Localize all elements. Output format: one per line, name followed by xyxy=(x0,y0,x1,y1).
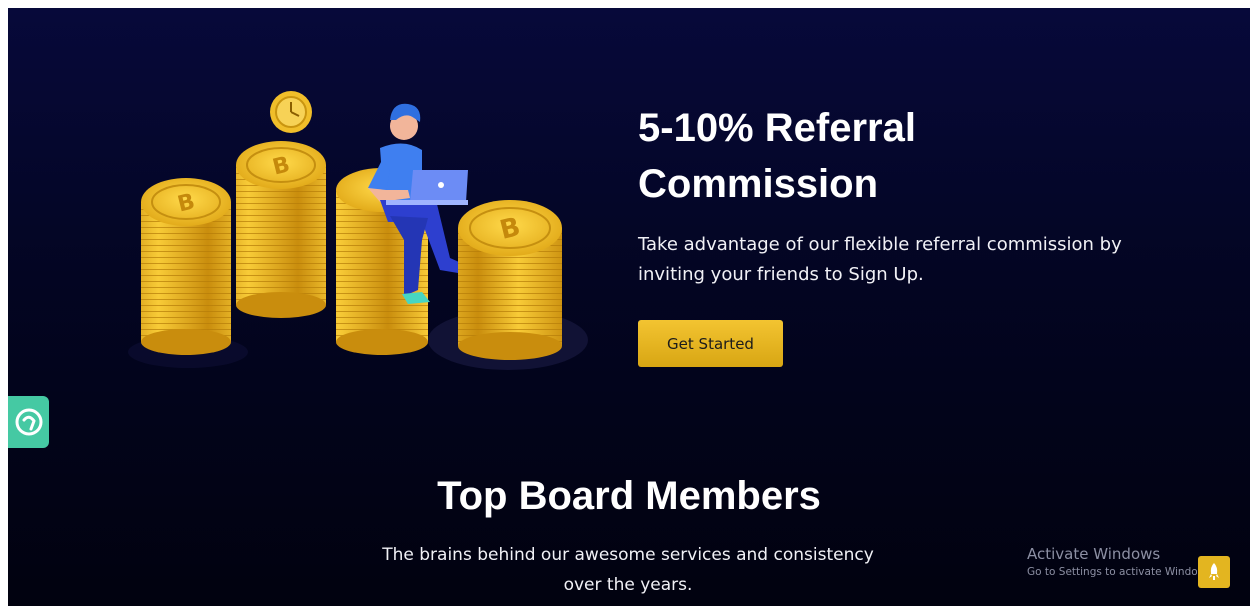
coin-stack: B xyxy=(458,200,562,360)
hero-text: 5-10% Referral Commission Take advantage… xyxy=(638,100,1198,290)
hero-description: Take advantage of our flexible referral … xyxy=(638,234,1122,285)
watermark-line2: Go to Settings to activate Windows. xyxy=(1027,566,1197,578)
clock-icon xyxy=(270,91,312,133)
get-started-button[interactable]: Get Started xyxy=(638,320,783,367)
board-section-subtitle: The brains behind our awesome services a… xyxy=(382,545,874,595)
windows-activation-watermark: Activate Windows Go to Settings to activ… xyxy=(1027,544,1197,580)
page-content: B B B 5-10% Referral Commission Take adv… xyxy=(8,8,1250,606)
chat-support-icon xyxy=(15,408,42,436)
referral-illustration: B B B xyxy=(128,91,588,370)
coin-stack: B xyxy=(141,178,231,355)
hero-title-line2: Commission xyxy=(638,162,879,206)
watermark-line1: Activate Windows xyxy=(1027,545,1161,563)
coin-stack: B xyxy=(236,141,326,318)
rocket-icon xyxy=(1209,563,1219,580)
support-chat-widget[interactable] xyxy=(8,396,49,448)
hero-title: 5-10% Referral Commission xyxy=(638,100,1198,212)
hero-title-line1: 5-10% Referral xyxy=(638,106,916,150)
board-section-title: Top Board Members xyxy=(437,474,821,518)
scroll-to-top-button[interactable] xyxy=(1198,556,1230,588)
